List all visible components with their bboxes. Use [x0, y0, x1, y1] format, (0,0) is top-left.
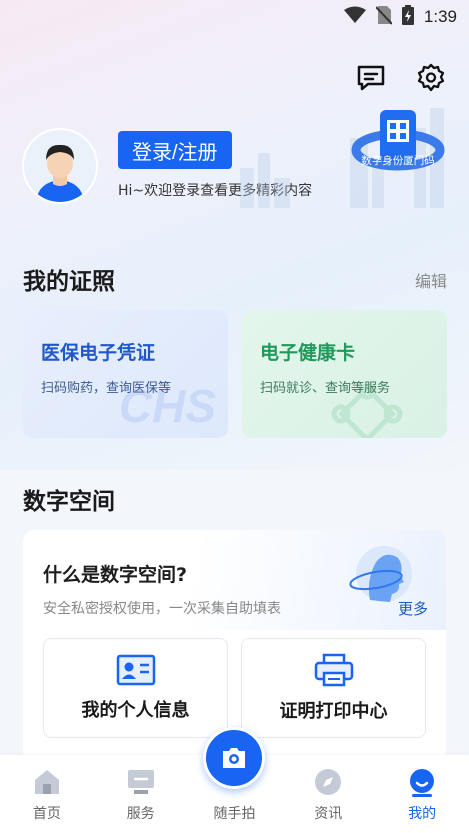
profile-header: 登录/注册 Hi~欢迎登录查看更多精彩内容 数字身份厦门码 — [22, 108, 452, 218]
camera-icon — [223, 748, 245, 768]
login-register-button[interactable]: 登录/注册 — [118, 131, 232, 169]
status-bar: 1:39 — [0, 0, 469, 34]
tab-service[interactable]: 服务 — [101, 768, 181, 823]
home-icon — [34, 770, 59, 794]
message-icon — [357, 65, 385, 91]
digital-space-question: 什么是数字空间? — [43, 564, 188, 586]
tab-label: 服务 — [126, 806, 155, 822]
tab-label: 随手拍 — [213, 806, 256, 822]
licenses-title: 我的证照 — [23, 269, 115, 295]
profile-icon — [410, 769, 435, 797]
tab-mine[interactable]: 我的 — [382, 768, 462, 823]
tab-news[interactable]: 资讯 — [288, 768, 368, 823]
certificate-print-tile[interactable]: 证明打印中心 — [241, 638, 426, 738]
tab-label: 首页 — [32, 806, 61, 822]
health-card[interactable]: 电子健康卡 扫码就诊、查询等服务 — [242, 310, 447, 438]
digital-id-badge-text: 数字身份厦门码 — [361, 154, 435, 167]
camera-button[interactable] — [203, 727, 265, 789]
digital-id-badge[interactable]: 数字身份厦门码 — [230, 108, 458, 218]
card-subtitle: 扫码购药，查询医保等 — [41, 381, 172, 396]
status-time: 1:39 — [423, 7, 457, 26]
head-profile-icon — [349, 546, 412, 602]
tab-home[interactable]: 首页 — [7, 768, 87, 823]
avatar-icon — [24, 130, 96, 202]
message-button[interactable] — [355, 62, 387, 94]
top-actions — [355, 62, 447, 94]
tab-label: 资讯 — [314, 806, 343, 822]
battery-icon — [401, 5, 414, 29]
card-subtitle: 扫码就诊、查询等服务 — [260, 381, 391, 396]
service-icon — [127, 770, 154, 794]
tile-label: 证明打印中心 — [279, 701, 388, 722]
avatar[interactable] — [22, 128, 98, 204]
tab-label: 我的 — [408, 806, 437, 822]
printer-icon — [314, 653, 353, 687]
wifi-icon — [343, 6, 366, 28]
digital-space-title: 数字空间 — [23, 489, 115, 515]
id-card-icon — [116, 654, 155, 686]
compass-icon — [315, 769, 342, 795]
card-title: 电子健康卡 — [260, 342, 356, 364]
tile-label: 我的个人信息 — [81, 700, 190, 721]
digital-space-description: 安全私密授权使用，一次采集自助填表 — [43, 601, 281, 617]
personal-info-tile[interactable]: 我的个人信息 — [43, 638, 228, 738]
settings-button[interactable] — [415, 62, 447, 94]
edit-link[interactable]: 编辑 — [415, 268, 447, 292]
card-title: 医保电子凭证 — [41, 342, 156, 364]
no-sim-icon — [375, 5, 393, 29]
gear-icon — [417, 63, 445, 92]
medical-insurance-card[interactable]: 医保电子凭证 扫码购药，查询医保等 CHS — [23, 310, 228, 438]
